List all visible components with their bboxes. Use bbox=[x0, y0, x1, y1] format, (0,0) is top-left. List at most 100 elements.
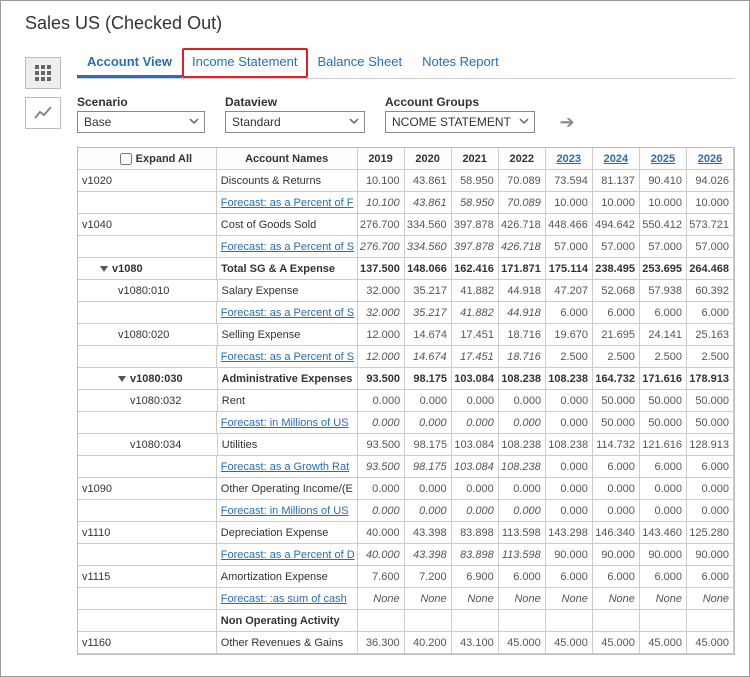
value-cell: 36.300 bbox=[358, 632, 405, 653]
value-cell: 0.000 bbox=[687, 478, 734, 499]
forecast-value-cell: 41.882 bbox=[452, 302, 499, 323]
value-cell: 6.000 bbox=[640, 456, 687, 477]
value-cell: 103.084 bbox=[452, 434, 499, 455]
value-cell: 137.500 bbox=[358, 258, 405, 279]
forecast-value-cell: 43.861 bbox=[405, 192, 452, 213]
tab-income-statement[interactable]: Income Statement bbox=[182, 48, 308, 78]
expand-all-input[interactable] bbox=[120, 153, 132, 165]
value-cell: 98.175 bbox=[405, 368, 452, 389]
forecast-value-cell: 113.598 bbox=[499, 544, 546, 565]
value-cell: 10.000 bbox=[640, 192, 687, 213]
value-cell: 114.732 bbox=[593, 434, 640, 455]
table-row: Forecast: as a Percent of S32.00035.2174… bbox=[78, 302, 734, 324]
value-cell: 0.000 bbox=[640, 478, 687, 499]
forecast-value-cell: 0.000 bbox=[499, 412, 546, 433]
grid-view-icon-button[interactable] bbox=[25, 57, 61, 89]
forecast-link[interactable]: Forecast: as a Growth Rat bbox=[221, 461, 349, 473]
value-cell: 10.100 bbox=[358, 170, 405, 191]
tab-notes-report[interactable]: Notes Report bbox=[412, 48, 509, 78]
value-cell: 18.716 bbox=[499, 324, 546, 345]
value-cell: 2.500 bbox=[546, 346, 593, 367]
account-name-cell: Selling Expense bbox=[218, 324, 359, 345]
col-year: 2020 bbox=[405, 148, 452, 169]
scenario-select[interactable]: Base bbox=[77, 111, 205, 133]
col-year-link[interactable]: 2025 bbox=[640, 148, 687, 169]
forecast-link[interactable]: Forecast: in Millions of US bbox=[221, 505, 349, 517]
chart-view-icon-button[interactable] bbox=[25, 97, 61, 129]
forecast-value-cell: 0.000 bbox=[405, 500, 452, 521]
value-cell: 0.000 bbox=[593, 500, 640, 521]
forecast-value-cell: None bbox=[405, 588, 452, 609]
account-code-cell bbox=[78, 302, 217, 323]
value-cell: 41.882 bbox=[452, 280, 499, 301]
forecast-value-cell: 0.000 bbox=[452, 412, 499, 433]
account-code-cell: v1090 bbox=[78, 478, 217, 499]
data-grid: Expand All Account Names 2019 2020 2021 … bbox=[77, 147, 735, 655]
forecast-link[interactable]: Forecast: :as sum of cash bbox=[221, 593, 347, 605]
account-name-cell: Forecast: :as sum of cash bbox=[217, 588, 358, 609]
value-cell bbox=[687, 610, 734, 631]
value-cell: 50.000 bbox=[593, 390, 640, 411]
value-cell: 10.000 bbox=[546, 192, 593, 213]
account-code-cell bbox=[78, 346, 217, 367]
dataview-value: Standard bbox=[232, 115, 281, 129]
value-cell: 178.913 bbox=[687, 368, 734, 389]
tab-account-view[interactable]: Account View bbox=[77, 48, 182, 78]
expand-all-checkbox[interactable]: Expand All bbox=[120, 153, 192, 165]
col-year: 2022 bbox=[499, 148, 546, 169]
forecast-link[interactable]: Forecast: as a Percent of S bbox=[221, 351, 354, 363]
value-cell: 6.000 bbox=[546, 302, 593, 323]
value-cell: 57.000 bbox=[593, 236, 640, 257]
value-cell: 19.670 bbox=[546, 324, 593, 345]
forecast-value-cell: 44.918 bbox=[499, 302, 546, 323]
tab-bar: Account View Income Statement Balance Sh… bbox=[77, 48, 735, 79]
col-year: 2019 bbox=[358, 148, 405, 169]
go-arrow-button[interactable]: ➔ bbox=[555, 111, 579, 133]
forecast-link[interactable]: Forecast: as a Percent of S bbox=[221, 307, 354, 319]
account-name-cell: Non Operating Activity bbox=[217, 610, 358, 631]
value-cell: 90.000 bbox=[593, 544, 640, 565]
forecast-link[interactable]: Forecast: as a Percent of D bbox=[221, 549, 355, 561]
table-row: Non Operating Activity bbox=[78, 610, 734, 632]
table-row: v1080:032Rent0.0000.0000.0000.0000.00050… bbox=[78, 390, 734, 412]
value-cell: 175.114 bbox=[546, 258, 593, 279]
value-cell: 171.871 bbox=[499, 258, 546, 279]
tree-toggle-icon[interactable] bbox=[100, 266, 108, 272]
value-cell: None bbox=[546, 588, 593, 609]
value-cell: 0.000 bbox=[358, 390, 405, 411]
account-code-cell: v1020 bbox=[78, 170, 217, 191]
tab-balance-sheet[interactable]: Balance Sheet bbox=[308, 48, 413, 78]
forecast-value-cell: 14.674 bbox=[405, 346, 452, 367]
value-cell: 6.000 bbox=[640, 566, 687, 587]
value-cell: 45.000 bbox=[499, 632, 546, 653]
account-code-cell bbox=[78, 588, 217, 609]
forecast-value-cell: 0.000 bbox=[405, 412, 452, 433]
table-row: v1080:034Utilities93.50098.175103.084108… bbox=[78, 434, 734, 456]
account-name-cell: Rent bbox=[218, 390, 358, 411]
col-year-link[interactable]: 2023 bbox=[546, 148, 593, 169]
table-row: Forecast: in Millions of US0.0000.0000.0… bbox=[78, 500, 734, 522]
value-cell: 6.000 bbox=[499, 566, 546, 587]
tree-toggle-icon[interactable] bbox=[118, 376, 126, 382]
account-code-cell: v1080:032 bbox=[78, 390, 218, 411]
account-name: Utilities bbox=[222, 439, 257, 451]
value-cell: 45.000 bbox=[593, 632, 640, 653]
value-cell: 43.398 bbox=[405, 522, 452, 543]
forecast-link[interactable]: Forecast: in Millions of US bbox=[221, 417, 349, 429]
forecast-link[interactable]: Forecast: as a Percent of F bbox=[221, 197, 354, 209]
col-year-link[interactable]: 2026 bbox=[687, 148, 734, 169]
value-cell: None bbox=[640, 588, 687, 609]
value-cell: 47.207 bbox=[546, 280, 593, 301]
forecast-link[interactable]: Forecast: as a Percent of S bbox=[221, 241, 354, 253]
account-groups-select[interactable]: NCOME STATEMENT bbox=[385, 111, 535, 133]
dataview-select[interactable]: Standard bbox=[225, 111, 365, 133]
account-groups-value: NCOME STATEMENT bbox=[392, 115, 511, 129]
account-name-cell: Salary Expense bbox=[218, 280, 359, 301]
table-row: v1080:010Salary Expense32.00035.21741.88… bbox=[78, 280, 734, 302]
value-cell: 70.089 bbox=[499, 170, 546, 191]
forecast-value-cell: None bbox=[358, 588, 405, 609]
value-cell: 334.560 bbox=[405, 214, 452, 235]
value-cell: 0.000 bbox=[499, 390, 546, 411]
forecast-value-cell: 58.950 bbox=[452, 192, 499, 213]
col-year-link[interactable]: 2024 bbox=[593, 148, 640, 169]
